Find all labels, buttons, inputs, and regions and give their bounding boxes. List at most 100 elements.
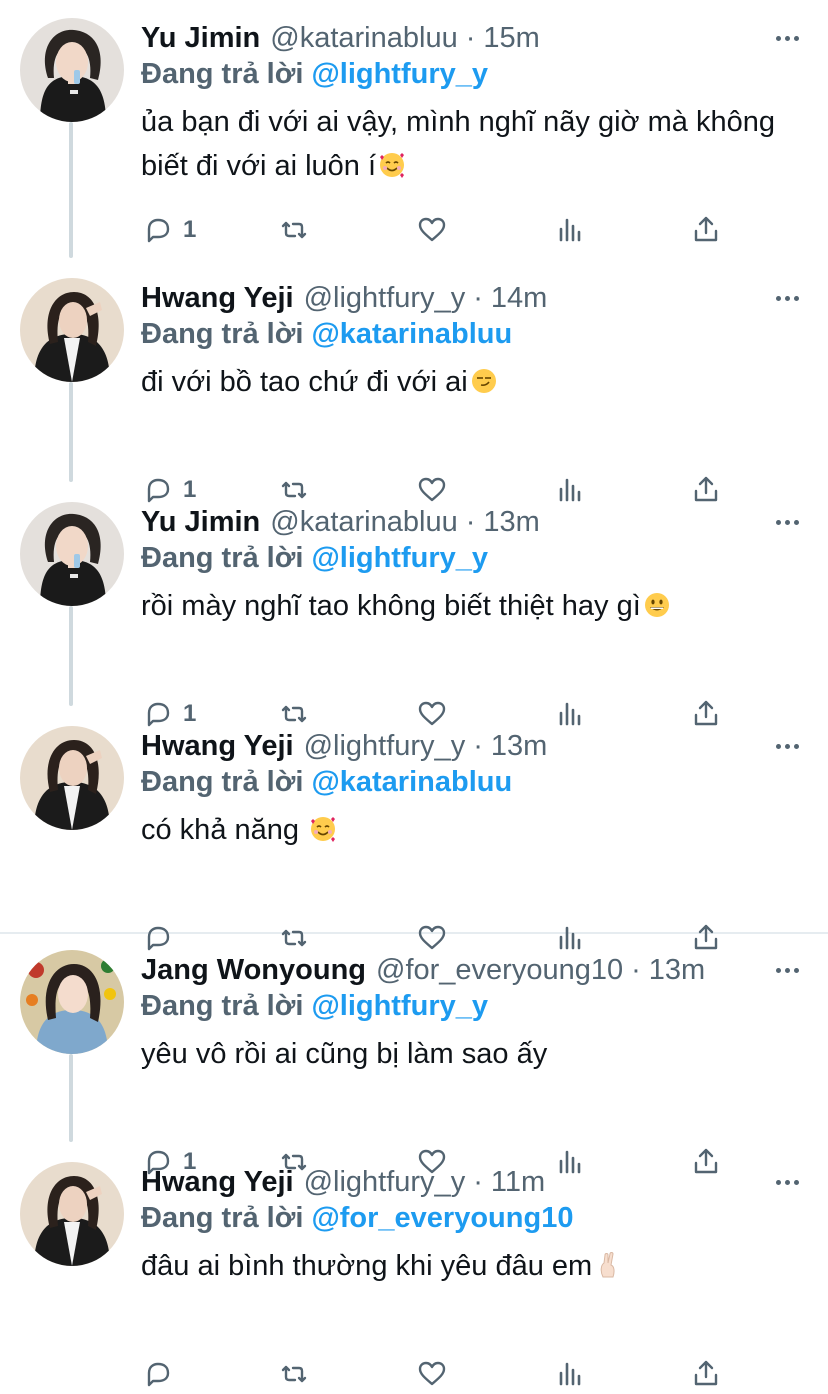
more-icon[interactable]	[770, 502, 804, 542]
separator-dot: ·	[631, 954, 641, 986]
retweet-icon	[277, 1357, 311, 1391]
heart-icon	[415, 1357, 449, 1391]
replying-to: Đang trả lời @lightfury_y	[141, 54, 488, 94]
display-name[interactable]: Jang Wonyoung	[141, 954, 366, 986]
views-button[interactable]	[553, 1354, 587, 1394]
tweet-text-content: rồi mày nghĩ tao không biết thiệt hay gì	[141, 590, 641, 622]
username[interactable]: @lightfury_y	[304, 1166, 466, 1198]
timestamp[interactable]: 13m	[483, 506, 539, 538]
share-icon	[689, 1357, 723, 1391]
avatar[interactable]	[20, 726, 124, 830]
tweet-header: Jang Wonyoung @for_everyoung10 · 13m	[141, 950, 828, 990]
replying-to: Đang trả lời @katarinabluu	[141, 762, 512, 802]
username[interactable]: @for_everyoung10	[376, 954, 623, 986]
avatar[interactable]	[20, 18, 124, 122]
tweet-text: ủa bạn đi với ai vậy, mình nghĩ nãy giờ …	[141, 100, 781, 188]
smiling-face-with-hearts-emoji	[378, 148, 406, 178]
avatar[interactable]	[20, 278, 124, 382]
tweet-header: Hwang Yeji @lightfury_y · 13m	[141, 726, 828, 766]
replying-to: Đang trả lời @for_everyoung10	[141, 1198, 573, 1238]
replying-to: Đang trả lời @lightfury_y	[141, 538, 488, 578]
more-icon[interactable]	[770, 278, 804, 318]
smirking-face-emoji	[470, 364, 498, 393]
views-button[interactable]	[553, 210, 587, 250]
retweet-icon	[277, 213, 311, 247]
tweet-actions: 1	[0, 210, 828, 250]
avatar[interactable]	[20, 1162, 124, 1266]
replying-to-handle[interactable]: @katarinabluu	[311, 318, 512, 350]
timestamp[interactable]: 11m	[491, 1166, 545, 1198]
share-icon	[689, 213, 723, 247]
timestamp[interactable]: 13m	[491, 730, 547, 762]
grinning-face-emoji	[643, 588, 671, 617]
tweet[interactable]: Hwang Yeji @lightfury_y · 11m Đang trả lời @…	[0, 1162, 828, 1392]
username[interactable]: @lightfury_y	[304, 730, 466, 762]
replying-to-handle[interactable]: @katarinabluu	[311, 766, 512, 798]
more-icon[interactable]	[770, 950, 804, 990]
more-icon[interactable]	[770, 18, 804, 58]
replying-to-handle[interactable]: @for_everyoung10	[311, 1202, 573, 1234]
analytics-icon	[553, 213, 587, 247]
username[interactable]: @katarinabluu	[270, 506, 457, 538]
replying-to-handle[interactable]: @lightfury_y	[311, 990, 488, 1022]
tweet-text-content: có khả năng	[141, 814, 308, 846]
tweet-text: đi với bồ tao chứ đi với ai	[141, 360, 781, 404]
retweet-button[interactable]	[277, 210, 311, 250]
separator-dot: ·	[465, 506, 476, 538]
tweet[interactable]: Yu Jimin @katarinabluu · 13m Đang trả lời @l…	[0, 502, 828, 732]
tweet-header: Yu Jimin @katarinabluu · 15m	[141, 18, 828, 58]
tweet-header: Hwang Yeji @lightfury_y · 11m	[141, 1162, 828, 1202]
tweet[interactable]: Jang Wonyoung @for_everyoung10 · 13m Đang tr…	[0, 950, 828, 1180]
username[interactable]: @katarinabluu	[270, 22, 457, 54]
replying-to-label: Đang trả lời	[141, 990, 304, 1022]
tweet-text-content: đâu ai bình thường khi yêu đâu em	[141, 1250, 593, 1282]
timestamp[interactable]: 13m	[649, 954, 705, 986]
replying-to-label: Đang trả lời	[141, 318, 304, 350]
timestamp[interactable]: 15m	[483, 22, 539, 54]
replying-to-label: Đang trả lời	[141, 766, 304, 798]
avatar[interactable]	[20, 502, 124, 606]
heart-icon	[415, 213, 449, 247]
timestamp[interactable]: 14m	[491, 282, 547, 314]
tweet-header: Hwang Yeji @lightfury_y · 14m	[141, 278, 828, 318]
replying-to-label: Đang trả lời	[141, 1202, 304, 1234]
crossed-fingers-emoji	[594, 1248, 622, 1278]
more-icon[interactable]	[770, 726, 804, 766]
tweet-text: đâu ai bình thường khi yêu đâu em	[141, 1244, 781, 1288]
analytics-icon	[553, 1357, 587, 1391]
more-icon[interactable]	[770, 1162, 804, 1202]
tweet[interactable]: Hwang Yeji @lightfury_y · 13m Đang trả lời @…	[0, 726, 828, 956]
display-name[interactable]: Hwang Yeji	[141, 282, 294, 314]
tweet-text-content: yêu vô rồi ai cũng bị làm sao ấy	[141, 1038, 548, 1070]
replying-to-label: Đang trả lời	[141, 58, 304, 90]
tweet[interactable]: Yu Jimin @katarinabluu · 15m Đang trả lời @l…	[0, 18, 828, 248]
tweet-text-content: đi với bồ tao chứ đi với ai	[141, 366, 468, 398]
replying-to: Đang trả lời @lightfury_y	[141, 986, 488, 1026]
like-button[interactable]	[415, 210, 449, 250]
avatar[interactable]	[20, 950, 124, 1054]
display-name[interactable]: Hwang Yeji	[141, 730, 294, 762]
display-name[interactable]: Yu Jimin	[141, 22, 260, 54]
tweet-text-content: ủa bạn đi với ai vậy, mình nghĩ nãy giờ …	[141, 106, 775, 182]
display-name[interactable]: Hwang Yeji	[141, 1166, 294, 1198]
reply-button[interactable]	[141, 1354, 175, 1394]
tweet[interactable]: Hwang Yeji @lightfury_y · 14m Đang trả lời @…	[0, 278, 828, 508]
smiling-face-with-hearts-emoji	[309, 812, 337, 842]
like-button[interactable]	[415, 1354, 449, 1394]
replying-to-label: Đang trả lời	[141, 542, 304, 574]
share-button[interactable]	[689, 1354, 723, 1394]
reply-icon	[141, 213, 175, 247]
tweet-actions	[0, 1354, 828, 1394]
retweet-button[interactable]	[277, 1354, 311, 1394]
replying-to-handle[interactable]: @lightfury_y	[311, 58, 488, 90]
reply-button[interactable]: 1	[141, 210, 196, 250]
separator-dot: ·	[465, 22, 476, 54]
display-name[interactable]: Yu Jimin	[141, 506, 260, 538]
tweet-header: Yu Jimin @katarinabluu · 13m	[141, 502, 828, 542]
username[interactable]: @lightfury_y	[304, 282, 466, 314]
tweet-text: yêu vô rồi ai cũng bị làm sao ấy	[141, 1032, 781, 1076]
replying-to-handle[interactable]: @lightfury_y	[311, 542, 488, 574]
share-button[interactable]	[689, 210, 723, 250]
separator-dot: ·	[473, 282, 483, 314]
replying-to: Đang trả lời @katarinabluu	[141, 314, 512, 354]
